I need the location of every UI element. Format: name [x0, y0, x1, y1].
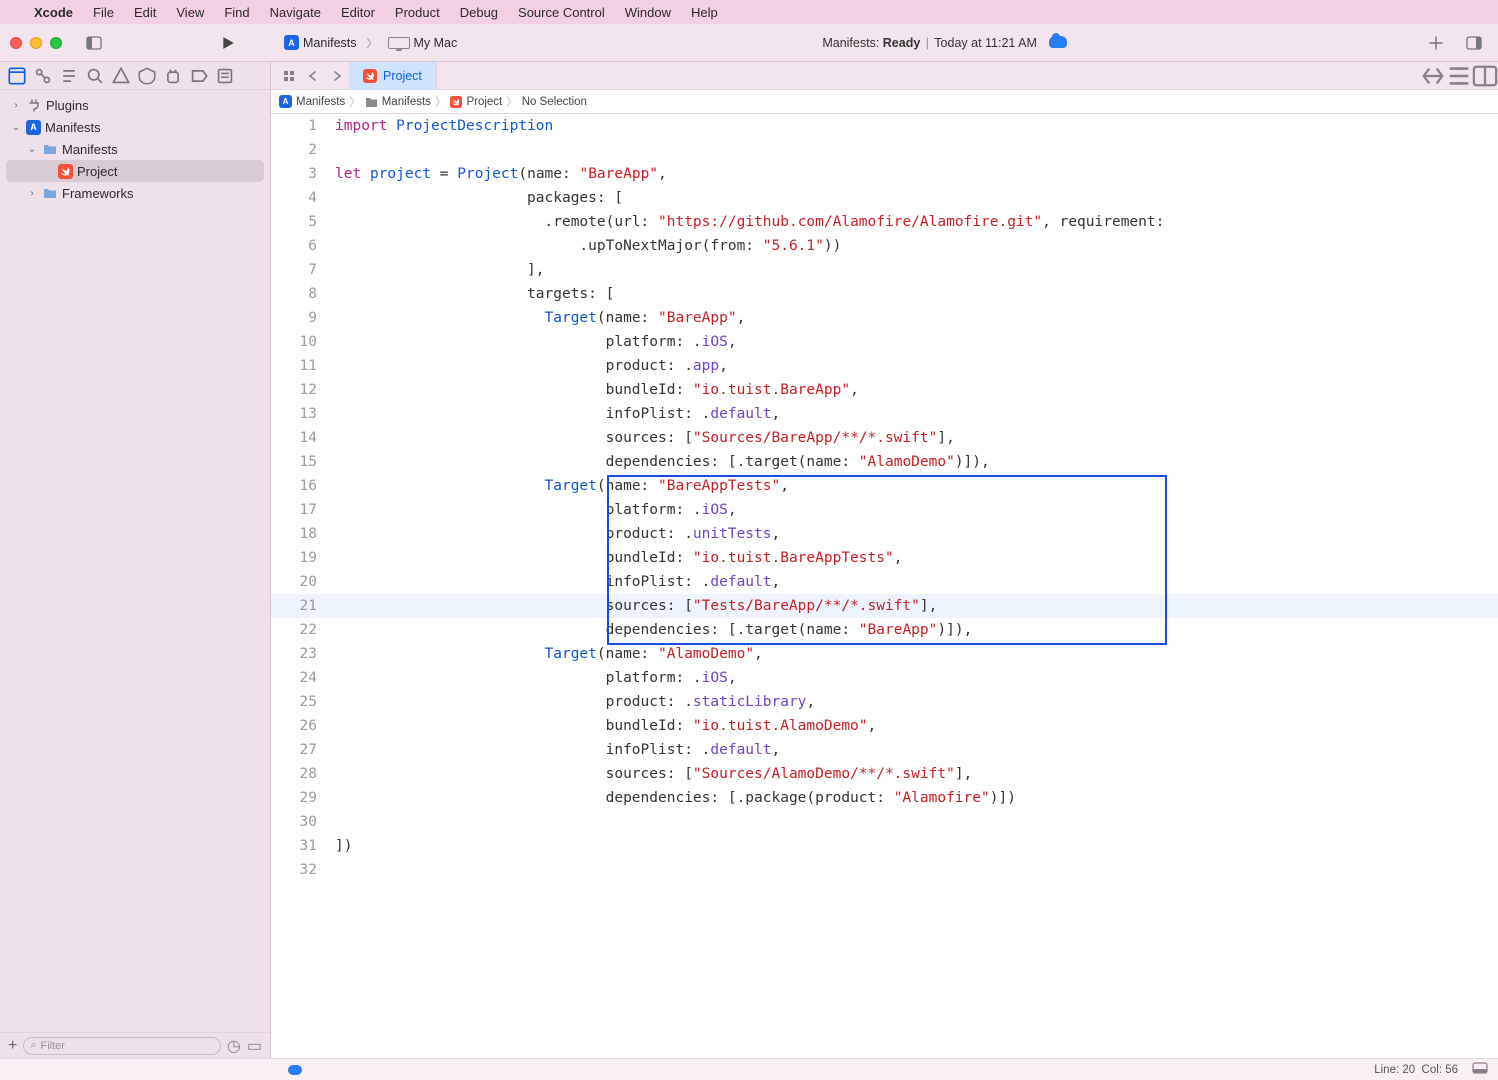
debug-navigator-tab[interactable] [164, 67, 182, 85]
menu-editor[interactable]: Editor [341, 5, 375, 20]
add-target-button[interactable]: + [8, 1038, 17, 1054]
tree-item-manifests[interactable]: ⌄ Manifests [6, 138, 264, 160]
status-state: Ready [883, 36, 921, 50]
navigator-sidebar: › Plugins ⌄ A Manifests ⌄ Manifests Project › Fra… [0, 62, 271, 1058]
navigator-filter-field[interactable]: ⌕ Filter [23, 1037, 221, 1055]
menu-edit[interactable]: Edit [134, 5, 156, 20]
jumpbar-seg-2[interactable]: Project [466, 96, 502, 108]
toggle-canvas-button[interactable] [1420, 64, 1446, 88]
chevron-right-icon: 〉 [435, 94, 447, 110]
tree-item-label: Plugins [46, 98, 89, 113]
scm-filter-button[interactable]: ▭ [247, 1036, 262, 1056]
menu-view[interactable]: View [176, 5, 204, 20]
scheme-target-icon: A [284, 35, 299, 50]
status-prefix: Manifests: [822, 36, 879, 50]
proj-icon: A [26, 120, 41, 135]
toggle-debug-area-button[interactable] [1472, 1062, 1488, 1077]
navigator-bottom-bar: + ⌕ Filter ◷ ▭ [0, 1032, 270, 1058]
cloud-status-icon[interactable] [1049, 36, 1067, 48]
window-controls [10, 37, 62, 49]
plug-icon [26, 97, 42, 113]
breakpoint-navigator-tab[interactable] [190, 67, 208, 85]
swift-file-icon [450, 96, 462, 108]
editor-bottom-bar: Line: 20 Col: 56 [0, 1058, 1498, 1080]
scheme-target-label: Manifests [303, 36, 357, 50]
tree-item-label: Frameworks [62, 186, 134, 201]
status-time: Today at 11:21 AM [934, 36, 1037, 50]
menu-product[interactable]: Product [395, 5, 440, 20]
file-tab-label: Project [383, 69, 422, 83]
scheme-selector[interactable]: A Manifests 〉 My Mac [274, 30, 467, 56]
jumpbar-seg-0[interactable]: Manifests [296, 96, 345, 108]
toggle-navigator-button[interactable] [80, 31, 108, 55]
add-editor-button[interactable] [1472, 64, 1498, 88]
mac-device-icon [388, 37, 410, 49]
chevron-right-icon: 〉 [367, 35, 378, 51]
folder-icon [42, 185, 58, 201]
tree-item-project[interactable]: Project [6, 160, 264, 182]
source-control-navigator-tab[interactable] [34, 67, 52, 85]
folder-icon [365, 96, 378, 107]
chevron-right-icon: 〉 [506, 94, 518, 110]
app-menu[interactable]: Xcode [34, 5, 73, 20]
project-navigator-tab[interactable] [8, 67, 26, 85]
jumpbar-project-icon: A [279, 95, 292, 108]
library-button[interactable] [1460, 31, 1488, 55]
disclosure-triangle-icon[interactable]: › [10, 100, 22, 111]
tree-item-plugins[interactable]: › Plugins [6, 94, 264, 116]
tree-item-label: Manifests [62, 142, 118, 157]
cursor-position: Line: 20 Col: 56 [1374, 1064, 1458, 1076]
navigator-tab-bar [0, 62, 270, 90]
window-toolbar: A Manifests 〉 My Mac Manifests: Ready | … [0, 24, 1498, 62]
menu-window[interactable]: Window [625, 5, 671, 20]
menu-file[interactable]: File [93, 5, 114, 20]
menu-debug[interactable]: Debug [460, 5, 498, 20]
filter-placeholder: Filter [41, 1040, 65, 1052]
menu-help[interactable]: Help [691, 5, 718, 20]
minimize-window-button[interactable] [30, 37, 42, 49]
macos-menubar: Xcode File Edit View Find Navigate Edito… [0, 0, 1498, 24]
project-tree: › Plugins ⌄ A Manifests ⌄ Manifests Project › Fra… [0, 90, 270, 1032]
swift-icon [58, 164, 73, 179]
run-button[interactable] [214, 31, 242, 55]
menu-navigate[interactable]: Navigate [270, 5, 321, 20]
menu-find[interactable]: Find [224, 5, 249, 20]
editor-tab-bar: Project [271, 62, 1498, 90]
find-navigator-tab[interactable] [86, 67, 104, 85]
tree-item-label: Project [77, 164, 117, 179]
breakpoint-indicator-icon[interactable] [288, 1065, 302, 1075]
zoom-window-button[interactable] [50, 37, 62, 49]
activity-status: Manifests: Ready | Today at 11:21 AM [475, 36, 1414, 50]
file-tab-project[interactable]: Project [349, 62, 437, 90]
nav-back-button[interactable] [301, 64, 325, 88]
source-editor[interactable]: 1import ProjectDescription23let project … [271, 114, 1498, 1058]
jumpbar-seg-3[interactable]: No Selection [522, 96, 587, 108]
jump-bar[interactable]: A Manifests 〉 Manifests 〉 Project 〉 No Se… [271, 90, 1498, 114]
chevron-right-icon: 〉 [349, 94, 361, 110]
symbol-navigator-tab[interactable] [60, 67, 78, 85]
tree-item-label: Manifests [45, 120, 101, 135]
folder-icon [42, 141, 58, 157]
recent-files-button[interactable]: ◷ [227, 1036, 241, 1056]
filter-icon: ⌕ [30, 1039, 36, 1052]
close-window-button[interactable] [10, 37, 22, 49]
disclosure-triangle-icon[interactable]: ⌄ [10, 122, 22, 133]
jumpbar-seg-1[interactable]: Manifests [382, 96, 431, 108]
editor-area: Project A Manifests 〉 Manifests 〉 Project… [271, 62, 1498, 1058]
report-navigator-tab[interactable] [216, 67, 234, 85]
swift-file-icon [363, 69, 377, 83]
add-button[interactable] [1422, 31, 1450, 55]
tree-item-frameworks[interactable]: › Frameworks [6, 182, 264, 204]
issue-navigator-tab[interactable] [112, 67, 130, 85]
menu-source-control[interactable]: Source Control [518, 5, 605, 20]
disclosure-triangle-icon[interactable]: ⌄ [26, 144, 38, 155]
tree-item-manifests[interactable]: ⌄ A Manifests [6, 116, 264, 138]
related-items-button[interactable] [277, 64, 301, 88]
adjust-editor-button[interactable] [1446, 64, 1472, 88]
scheme-device-label: My Mac [414, 36, 458, 50]
disclosure-triangle-icon[interactable]: › [26, 188, 38, 199]
nav-forward-button[interactable] [325, 64, 349, 88]
test-navigator-tab[interactable] [138, 67, 156, 85]
